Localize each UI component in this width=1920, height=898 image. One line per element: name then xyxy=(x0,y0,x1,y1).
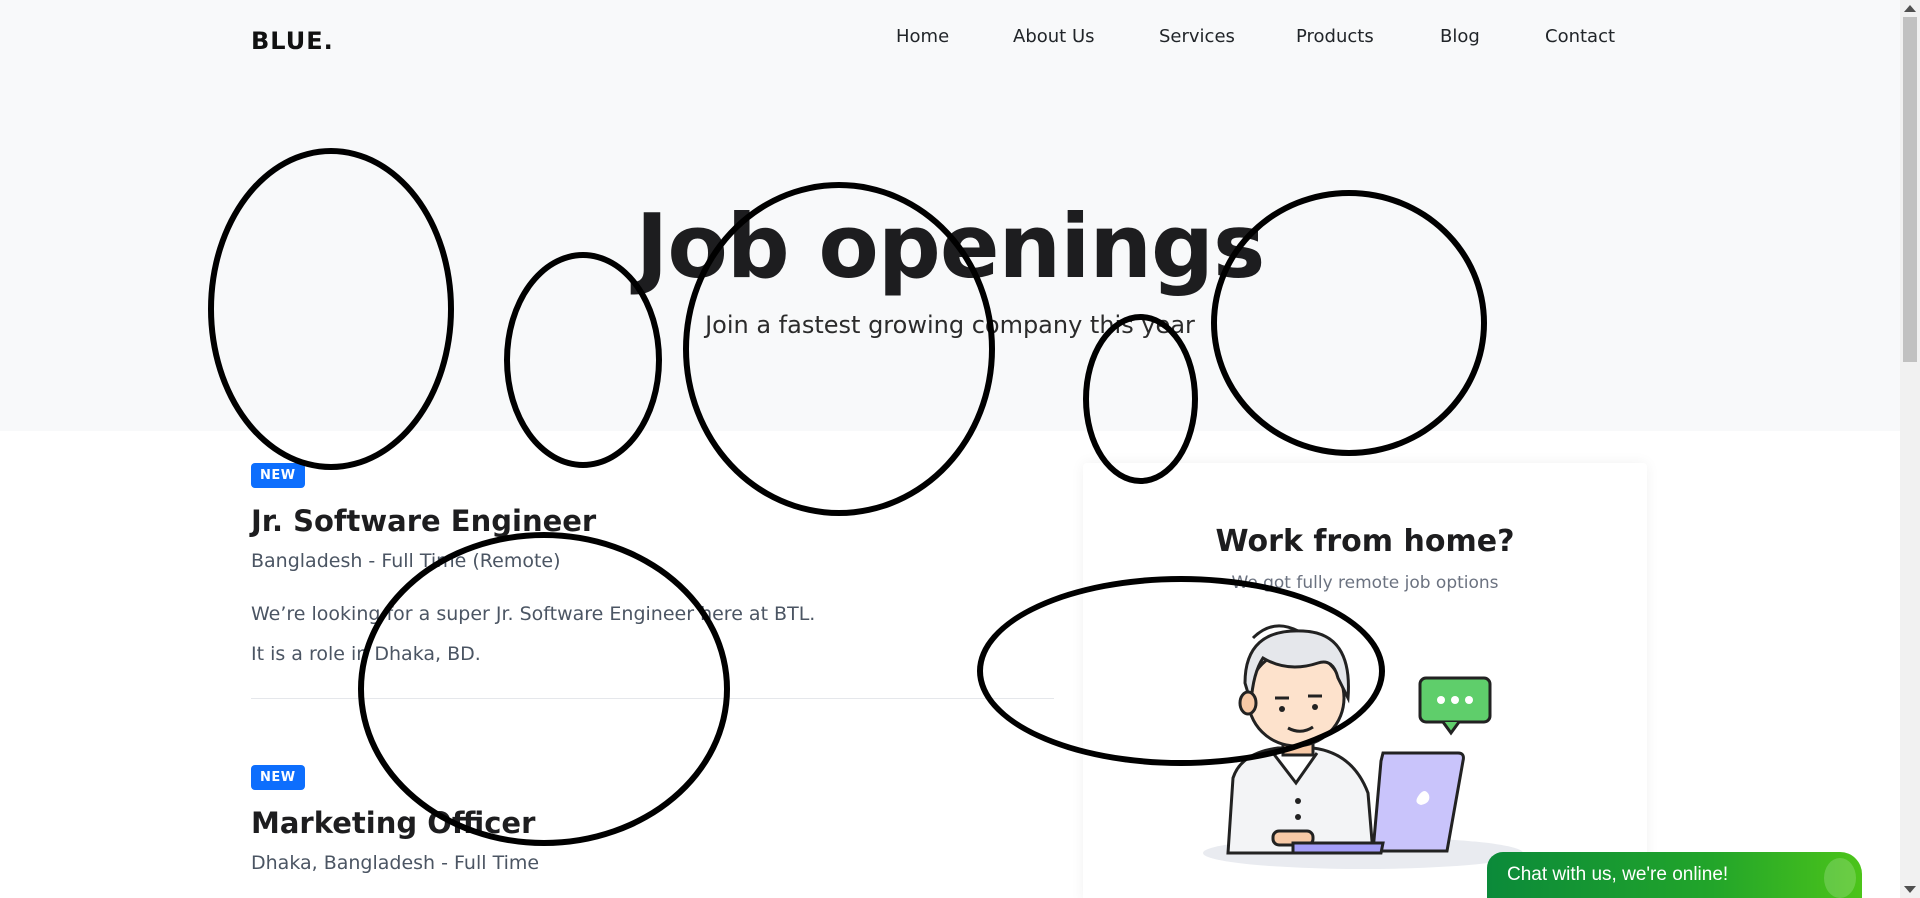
nav-blog[interactable]: Blog xyxy=(1440,26,1480,47)
job-description: We’re looking for a super Jr. Software E… xyxy=(251,594,1054,674)
nav-about-us[interactable]: About Us xyxy=(1013,26,1095,47)
job-description-line: We’re looking for a super Jr. Software E… xyxy=(251,603,816,625)
page-title: Job openings xyxy=(635,195,1266,298)
nav-products[interactable]: Products xyxy=(1296,26,1374,47)
work-from-home-card: Work from home? We got fully remote job … xyxy=(1083,463,1647,898)
job-title[interactable]: Marketing Officer xyxy=(251,806,1054,840)
scroll-down-icon[interactable] xyxy=(1904,886,1916,893)
nav-services[interactable]: Services xyxy=(1159,26,1235,47)
card-title: Work from home? xyxy=(1215,524,1515,559)
chat-toggle-icon xyxy=(1824,858,1856,898)
page-subtitle: Join a fastest growing company this year xyxy=(705,311,1195,339)
job-listing: NEW Jr. Software Engineer Bangladesh - F… xyxy=(251,463,1054,699)
job-title[interactable]: Jr. Software Engineer xyxy=(251,504,1054,538)
nav-home[interactable]: Home xyxy=(896,26,949,47)
job-listing: NEW Marketing Officer Dhaka, Bangladesh … xyxy=(251,765,1054,874)
remote-worker-illustration xyxy=(1203,624,1523,869)
scrollbar-thumb[interactable] xyxy=(1903,17,1917,362)
card-subtitle: We got fully remote job options xyxy=(1231,573,1499,593)
nav-contact[interactable]: Contact xyxy=(1545,26,1615,47)
job-description-line: It is a role in Dhaka, BD. xyxy=(251,643,481,665)
new-badge: NEW xyxy=(251,765,305,790)
job-location: Bangladesh - Full Time (Remote) xyxy=(251,550,561,572)
divider xyxy=(251,698,1054,699)
job-location: Dhaka, Bangladesh - Full Time xyxy=(251,852,540,874)
brand-logo[interactable]: BLUE. xyxy=(251,27,334,55)
new-badge: NEW xyxy=(251,463,305,488)
chat-label: Chat with us, we're online! xyxy=(1507,864,1729,885)
live-chat-button[interactable]: Chat with us, we're online! xyxy=(1487,852,1862,898)
scroll-up-icon[interactable] xyxy=(1904,5,1916,12)
